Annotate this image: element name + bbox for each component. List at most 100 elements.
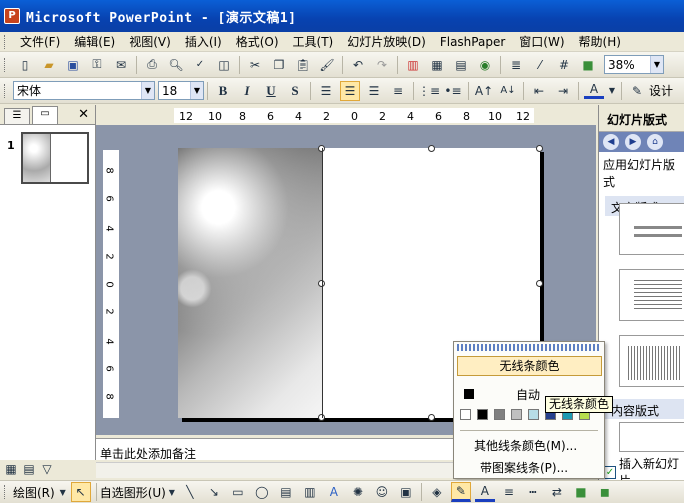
increase-font-icon[interactable]: A↑ [474,81,494,101]
insert-chart-icon[interactable]: ▥ [403,55,423,75]
align-center-icon[interactable]: ☰ [340,80,360,101]
copy-icon[interactable]: ❐ [269,55,289,75]
slide-sorter-icon[interactable]: ▤ [22,462,36,476]
save-icon[interactable]: ▣ [63,55,83,75]
content-layouts-header[interactable]: 内容版式 [605,399,684,419]
color-swatch[interactable] [511,409,522,420]
formatting-toggle-icon[interactable]: ⁄ [530,55,550,75]
shadow-button[interactable]: S [285,81,305,101]
layout-two-column[interactable] [619,335,684,387]
slide-background-picture[interactable] [178,148,322,418]
outline-tab[interactable]: ☰ [4,108,30,124]
chevron-down-icon[interactable]: ▼ [190,82,203,99]
slideshow-icon[interactable]: ▽ [40,462,54,476]
draw-menu[interactable]: 绘图(R) [13,484,55,501]
resize-handle[interactable] [428,414,435,421]
format-painter-icon[interactable]: 🖌︎ [317,55,337,75]
design-icon[interactable]: ✎ [627,81,647,101]
menubar-grip[interactable] [4,34,7,49]
textbox-icon[interactable]: ▤ [276,482,296,502]
zoom-select[interactable]: 38% ▼ [604,55,664,74]
patterned-lines-option[interactable]: 带图案线条(P)... [480,459,568,476]
decrease-indent-icon[interactable]: ⇤ [529,81,549,101]
cut-icon[interactable]: ✂ [245,55,265,75]
chevron-down-icon[interactable]: ▼ [141,82,154,99]
color-swatch[interactable] [528,409,539,420]
toolbar-grip[interactable] [4,485,7,499]
fill-color-icon[interactable]: ◈ [427,482,447,502]
arrow-style-icon[interactable]: ⇄ [547,482,567,502]
chevron-down-icon[interactable]: ▼ [59,482,67,502]
new-icon[interactable]: ▯ [15,55,35,75]
font-name-select[interactable]: 宋体 ▼ [13,81,155,100]
resize-handle[interactable] [536,145,543,152]
email-icon[interactable]: ✉ [111,55,131,75]
horizontal-scrollbar[interactable] [96,462,454,478]
chevron-down-icon[interactable]: ▼ [650,56,663,73]
menu-flashpaper[interactable]: FlashPaper [433,35,512,49]
font-size-select[interactable]: 18 ▼ [158,81,204,100]
underline-button[interactable]: U [261,81,281,101]
forward-icon[interactable]: ▶ [625,134,641,150]
rectangle-icon[interactable]: ▭ [228,482,248,502]
home-icon[interactable]: ⌂ [647,134,663,150]
open-icon[interactable]: ▰ [39,55,59,75]
toolbar-grip[interactable] [4,57,7,72]
powerpoint-app-icon[interactable]: P [4,8,20,24]
decrease-font-icon[interactable]: A↓ [498,81,518,101]
layout-content[interactable] [619,422,684,452]
line-color-icon[interactable]: ✎ [450,482,471,502]
back-icon[interactable]: ◀ [603,134,619,150]
grid-icon[interactable]: # [554,55,574,75]
numbering-icon[interactable]: ⋮≡ [418,81,440,101]
paste-icon[interactable]: 📋︎ [293,55,313,75]
menu-tools[interactable]: 工具(T) [286,33,341,50]
insert-picture-icon[interactable]: ◉ [475,55,495,75]
italic-button[interactable]: I [237,81,257,101]
select-objects-icon[interactable]: ↖ [70,482,91,502]
line-icon[interactable]: ╲ [180,482,200,502]
undo-icon[interactable]: ↶ [348,55,368,75]
color-grayscale-icon[interactable]: ■ [578,55,598,75]
menu-window[interactable]: 窗口(W) [512,33,571,50]
bold-button[interactable]: B [213,81,233,101]
dash-style-icon[interactable]: ┅ [523,482,543,502]
vertical-textbox-icon[interactable]: ▥ [300,482,320,502]
line-style-icon[interactable]: ≡ [499,482,519,502]
oval-icon[interactable]: ◯ [252,482,272,502]
color-swatch[interactable] [477,409,488,420]
menu-file[interactable]: 文件(F) [13,33,67,50]
normal-view-icon[interactable]: ▦ [4,462,18,476]
shadow-style-icon[interactable]: ■ [571,482,591,502]
layout-title-text[interactable] [619,269,684,321]
chevron-down-icon[interactable]: ▼ [608,81,616,101]
font-color-icon[interactable]: A [474,482,495,502]
slides-tab[interactable]: ▭ [32,106,58,124]
increase-indent-icon[interactable]: ⇥ [553,81,573,101]
tables-borders-icon[interactable]: ▤ [451,55,471,75]
slide-thumbnail[interactable] [21,132,89,184]
menu-edit[interactable]: 编辑(E) [67,33,122,50]
print-preview-icon[interactable]: 🔍︎ [166,55,186,75]
close-icon[interactable]: ✕ [78,106,89,124]
print-icon[interactable]: ⎙ [142,55,162,75]
toolbar-grip[interactable] [4,83,7,98]
clipart-icon[interactable]: ☺ [372,482,392,502]
picture-icon[interactable]: ▣ [396,482,416,502]
checkbox[interactable]: ✓ [604,465,616,479]
resize-handle[interactable] [536,280,543,287]
menu-format[interactable]: 格式(O) [229,33,286,50]
color-swatch[interactable] [494,409,505,420]
popup-grab-bar[interactable] [457,344,601,351]
bullets-icon[interactable]: •≡ [443,81,463,101]
layout-title-only[interactable] [619,203,684,255]
research-icon[interactable]: ◫ [214,55,234,75]
justify-icon[interactable]: ≡ [388,81,408,101]
font-color-icon[interactable]: A [584,82,604,99]
menu-view[interactable]: 视图(V) [122,33,178,50]
design-button[interactable]: 设计 [649,82,673,99]
wordart-icon[interactable]: A [324,482,344,502]
align-right-icon[interactable]: ☰ [364,81,384,101]
resize-handle[interactable] [428,145,435,152]
chevron-down-icon[interactable]: ▼ [168,482,176,502]
